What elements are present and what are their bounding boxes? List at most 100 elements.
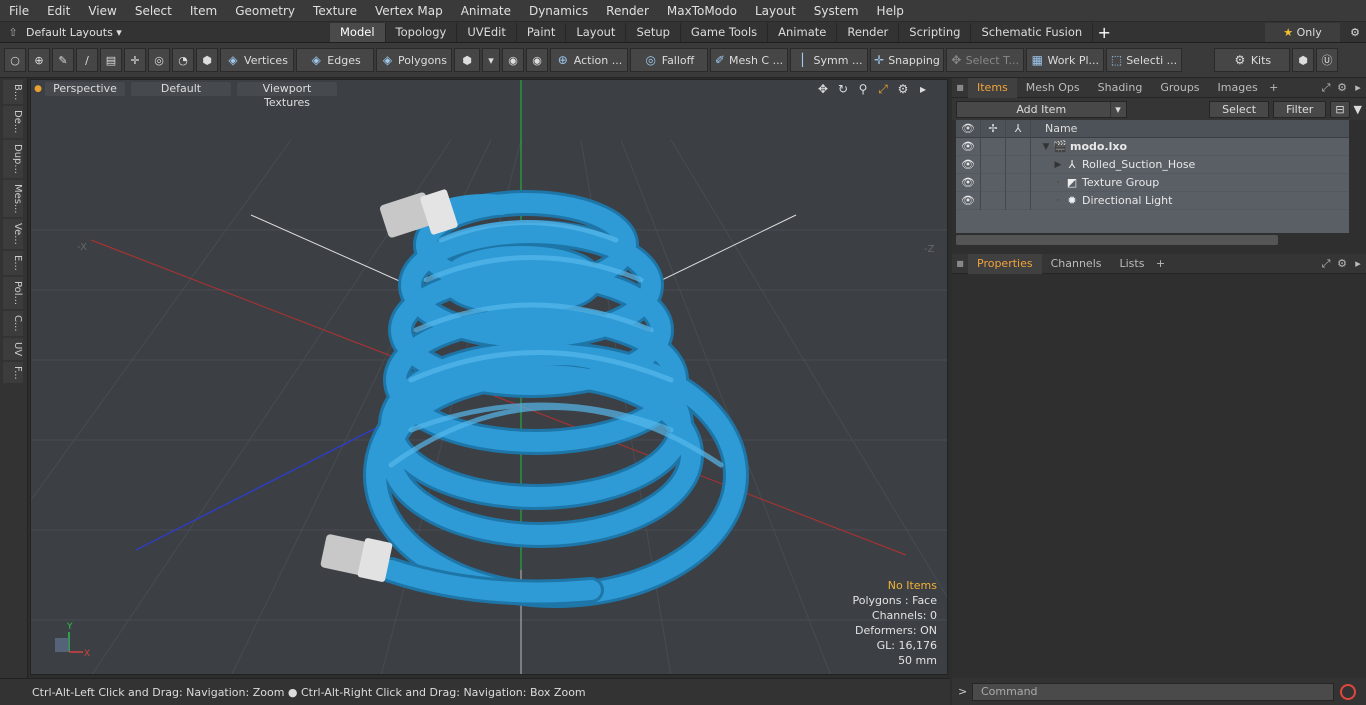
add-properties-tab-icon[interactable]: + (1153, 257, 1167, 270)
settings-gear-icon[interactable]: ⚙ (1344, 26, 1366, 39)
menu-item-help[interactable]: Help (868, 0, 913, 22)
left-tab-1[interactable]: De... (3, 106, 23, 138)
vertices-button[interactable]: ◈ Vertices (220, 48, 294, 72)
3d-viewport[interactable]: -X -Z Y X ● Perspective Default Viewport… (30, 79, 948, 675)
lock-cell[interactable] (981, 155, 1006, 174)
move-icon[interactable]: ✥ (813, 82, 833, 97)
orbit-icon[interactable]: ↻ (833, 82, 853, 97)
properties-expand-icon[interactable]: ▸ (1350, 257, 1366, 271)
left-tab-4[interactable]: Ve... (3, 219, 23, 250)
item-list-scrollbar[interactable] (956, 235, 1278, 245)
panel-tab-shading[interactable]: Shading (1089, 78, 1152, 98)
visibility-eye-icon[interactable]: 👁 (956, 155, 981, 174)
select-button[interactable]: Select (1209, 100, 1270, 118)
properties-gear-icon[interactable]: ⚙ (1334, 257, 1350, 271)
pen-icon[interactable]: ✎ (52, 48, 74, 72)
symmetry-button[interactable]: ⎮ Symm ... (790, 48, 868, 72)
panel-expand-icon[interactable]: ▸ (1350, 81, 1366, 95)
panel-menu-dot[interactable]: ■ (952, 83, 968, 92)
polygons-button[interactable]: ◈ Polygons (376, 48, 452, 72)
collapse-icon[interactable]: ⊟ (1330, 100, 1350, 118)
tab-game-tools[interactable]: Game Tools (681, 22, 769, 42)
action-center-button[interactable]: ⊕ Action ... (550, 48, 628, 72)
panel-tab-groups[interactable]: Groups (1151, 78, 1208, 98)
menu-item-geometry[interactable]: Geometry (226, 0, 304, 22)
material-icon[interactable]: ⬢ (454, 48, 480, 72)
edges-button[interactable]: ◈ Edges (296, 48, 374, 72)
falloff-button[interactable]: ◎ Falloff (630, 48, 708, 72)
maximize-icon[interactable]: ⤢ (873, 82, 893, 97)
tab-render[interactable]: Render (837, 22, 900, 42)
tab-animate[interactable]: Animate (768, 22, 838, 42)
left-tab-3[interactable]: Mes... (3, 179, 23, 218)
menu-item-select[interactable]: Select (126, 0, 181, 22)
menu-item-view[interactable]: View (79, 0, 125, 22)
layouts-selector[interactable]: ⇧ Default Layouts ▾ (0, 22, 330, 43)
left-tab-2[interactable]: Dup... (3, 139, 23, 178)
add-panel-tab-icon[interactable]: + (1267, 81, 1281, 94)
selection-sets-button[interactable]: ⬚ Selecti ... (1106, 48, 1182, 72)
up-arrow-icon[interactable]: ⇧ (0, 26, 26, 39)
type-header-icon[interactable]: ⅄ (1006, 119, 1031, 138)
name-column-header[interactable]: Name (1031, 122, 1077, 135)
center-icon[interactable]: ✛ (124, 48, 146, 72)
lock-cell[interactable] (981, 191, 1006, 210)
viewport-expand-icon[interactable]: ▸ (913, 82, 933, 97)
funnel-icon[interactable]: ▼ (1354, 103, 1362, 116)
visibility-eye-icon[interactable]: 👁 (956, 191, 981, 210)
left-tab-0[interactable]: B... (3, 80, 23, 105)
properties-tab-lists[interactable]: Lists (1111, 254, 1154, 274)
add-tab-icon[interactable]: + (1093, 23, 1115, 42)
properties-popout-icon[interactable]: ⤢ (1318, 257, 1334, 271)
item-mode-icon[interactable]: ⬢ (196, 48, 218, 72)
view-type-button[interactable]: Perspective (45, 82, 125, 96)
left-tab-9[interactable]: F... (3, 361, 23, 384)
viewport-settings-icon[interactable]: ⚙ (893, 82, 913, 97)
panel-gear-icon[interactable]: ⚙ (1334, 81, 1350, 95)
left-tab-5[interactable]: E... (3, 251, 23, 275)
unity-icon[interactable]: ⬢ (1292, 48, 1314, 72)
left-tab-8[interactable]: UV (3, 337, 23, 360)
menu-item-animate[interactable]: Animate (452, 0, 520, 22)
group-icon[interactable]: ▤ (100, 48, 122, 72)
tab-topology[interactable]: Topology (386, 22, 458, 42)
expand-down-icon[interactable]: ▼ (1039, 142, 1053, 152)
snapping-button[interactable]: ✛ Snapping (870, 48, 944, 72)
menu-item-render[interactable]: Render (597, 0, 658, 22)
lock-cell[interactable] (981, 173, 1006, 192)
menu-item-layout[interactable]: Layout (746, 0, 805, 22)
dropdown-icon[interactable]: ▾ (482, 48, 500, 72)
tab-schematic-fusion[interactable]: Schematic Fusion (971, 22, 1094, 42)
select-through-button[interactable]: ✥ Select T... (946, 48, 1024, 72)
tab-model[interactable]: Model (330, 22, 386, 42)
menu-item-maxtomodo[interactable]: MaxToModo (658, 0, 746, 22)
properties-tab-properties[interactable]: Properties (968, 253, 1042, 274)
globe-icon[interactable]: ⊕ (28, 48, 50, 72)
kits-button[interactable]: ⚙ Kits (1214, 48, 1290, 72)
visibility-eye-icon[interactable]: 👁 (956, 173, 981, 192)
tab-setup[interactable]: Setup (626, 22, 681, 42)
menu-item-texture[interactable]: Texture (304, 0, 366, 22)
menu-item-item[interactable]: Item (181, 0, 226, 22)
left-tab-7[interactable]: C... (3, 310, 23, 336)
work-plane-button[interactable]: ▦ Work Pl... (1026, 48, 1104, 72)
left-tab-6[interactable]: Pol... (3, 276, 23, 309)
command-input[interactable]: Command (972, 682, 1334, 701)
panel-tab-mesh-ops[interactable]: Mesh Ops (1017, 78, 1089, 98)
properties-tab-channels[interactable]: Channels (1042, 254, 1111, 274)
zoom-icon[interactable]: ⚲ (853, 82, 873, 97)
circle-select-icon[interactable]: ○ (4, 48, 26, 72)
sphere-icon[interactable]: ◉ (526, 48, 548, 72)
visibility-eye-icon[interactable]: 👁 (956, 137, 981, 156)
viewport-menu-dot[interactable]: ● (31, 84, 45, 94)
component-icon[interactable]: ◎ (148, 48, 170, 72)
menu-item-edit[interactable]: Edit (38, 0, 79, 22)
menu-item-vertex-map[interactable]: Vertex Map (366, 0, 452, 22)
item-row[interactable]: 👁 · ◩ Texture Group (956, 173, 1349, 192)
symmetry-sphere-icon[interactable]: ◉ (502, 48, 524, 72)
tab-paint[interactable]: Paint (517, 22, 567, 42)
menu-item-dynamics[interactable]: Dynamics (520, 0, 597, 22)
panel-tab-images[interactable]: Images (1209, 78, 1267, 98)
shading-button[interactable]: Default (131, 82, 231, 96)
record-icon[interactable] (1340, 683, 1356, 700)
